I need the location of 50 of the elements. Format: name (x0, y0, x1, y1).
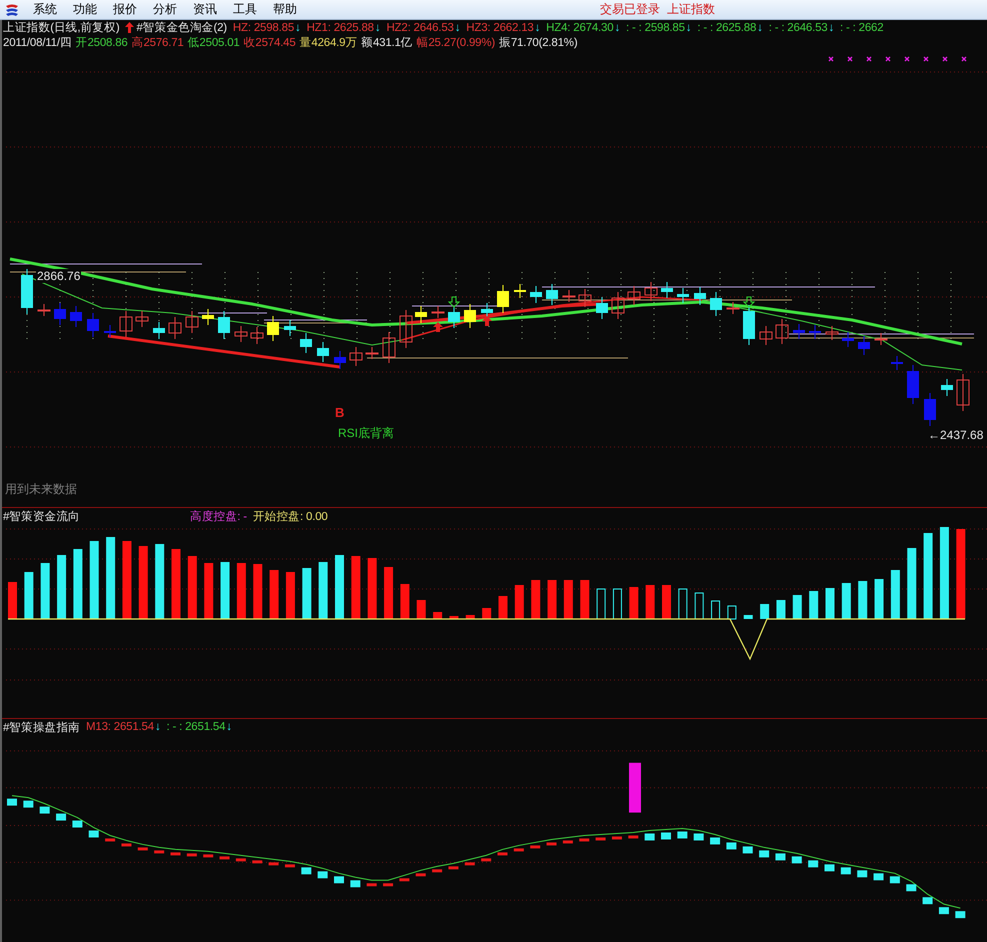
indicator-value: HZ2: 2646.53 (386, 22, 454, 34)
down-arrow-icon: ↓ (757, 22, 763, 34)
indicator-value: M13: 2651.54 (86, 721, 154, 733)
indicator-value: 高度控盘: - (190, 509, 247, 524)
indicator-name: #智策操盘指南 (3, 720, 80, 734)
quote-field: 收2574.45 (244, 35, 296, 50)
menu-item[interactable]: 分析 (148, 1, 188, 18)
signal-note: RSI底背离 (338, 425, 394, 442)
indicator-value: : - : 2651.54 (166, 721, 226, 733)
down-arrow-icon: ↓ (828, 22, 834, 34)
menu-item[interactable]: 资讯 (188, 1, 228, 18)
down-arrow-icon: ↓ (374, 22, 380, 34)
warning-text: 用到未来数据 (5, 481, 77, 498)
down-arrow-icon: ↓ (226, 721, 232, 733)
quote-field: 幅25.27(0.99%) (416, 35, 496, 50)
indicator-value: : - : 2646.53 (768, 22, 828, 34)
menu-item[interactable]: 工具 (228, 1, 268, 18)
chart-title: 上证指数(日线,前复权) (3, 20, 120, 35)
quote-field: 高2576.71 (132, 35, 184, 50)
indicator-value: HZ4: 2674.30 (546, 22, 614, 34)
indicator-value: : - : 2598.85 (626, 22, 685, 34)
down-arrow-icon: ↓ (295, 22, 301, 34)
indicator-value: HZ3: 2662.13 (466, 22, 534, 34)
indicator-value: : - : 2625.88 (697, 22, 756, 34)
price-label: ←2437.68 (928, 428, 984, 442)
indicator-value: HZ: 2598.85 (232, 22, 294, 34)
indicator-name: #智策资金流向 (3, 509, 80, 524)
indicator-value: : - : 2662 (840, 22, 884, 34)
quote-field: 量4264.9万 (300, 35, 358, 50)
indicator-name: #智策金色淘金(2) (136, 20, 227, 35)
quote-date: 2011/08/11/四 (3, 36, 72, 50)
menu-item[interactable]: 系统 (28, 1, 68, 18)
down-arrow-icon: ↓ (614, 22, 620, 34)
quote-field: 振71.70(2.81%) (499, 35, 578, 50)
indicator-value: HZ1: 2625.88 (306, 22, 374, 34)
signal-label: B (335, 405, 344, 420)
down-arrow-icon: ↓ (534, 22, 540, 34)
down-arrow-icon: ↓ (454, 22, 460, 34)
down-arrow-icon: ↓ (154, 721, 160, 733)
indicator-value: 开始控盘: 0.00 (252, 510, 328, 524)
menu-item[interactable]: 功能 (68, 1, 108, 18)
down-arrow-icon: ↓ (686, 22, 692, 34)
status-text: 交易已登录 (600, 1, 660, 18)
quote-field: 开2508.86 (76, 35, 128, 50)
menu-item[interactable]: 帮助 (268, 1, 308, 18)
menu-item[interactable]: 报价 (108, 1, 148, 18)
quote-field: 额431.1亿 (361, 35, 413, 50)
quote-field: 低2505.01 (188, 35, 240, 50)
price-label: 2866.76 (36, 269, 82, 283)
status-text: 上证指数 (667, 1, 715, 18)
